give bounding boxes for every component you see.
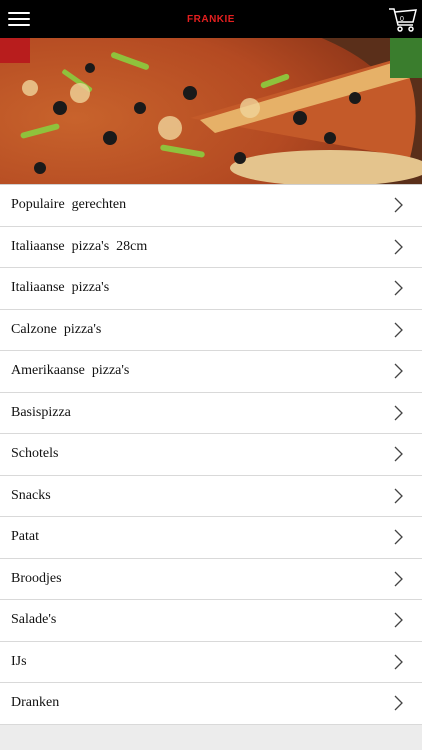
category-label: Populaire gerechten [11,197,127,213]
hamburger-menu-icon[interactable] [8,12,30,26]
category-ijs[interactable]: IJs [0,642,422,683]
chevron-right-icon [394,695,403,711]
chevron-right-icon [394,239,403,255]
category-broodjes[interactable]: Broodjes [0,559,422,600]
category-basispizza[interactable]: Basispizza [0,393,422,434]
category-label: Patat [11,529,39,545]
chevron-right-icon [394,280,403,296]
category-label: Italiaanse pizza's [11,280,110,296]
category-label: Amerikaanse pizza's [11,363,130,379]
category-italiaanse-pizzas[interactable]: Italiaanse pizza's [0,268,422,310]
chevron-right-icon [394,446,403,462]
category-label: Dranken [11,695,60,711]
chevron-right-icon [394,529,403,545]
chevron-right-icon [394,322,403,338]
category-label: Broodjes [11,570,62,586]
category-label: Italiaanse pizza's 28cm [11,238,148,254]
chevron-right-icon [394,612,403,628]
chevron-right-icon [394,571,403,587]
cart-count: 0 [400,16,404,23]
category-label: IJs [11,653,27,669]
category-calzone-pizzas[interactable]: Calzone pizza's [0,310,422,351]
category-patat[interactable]: Patat [0,517,422,559]
category-label: Salade's [11,612,57,628]
category-populaire-gerechten[interactable]: Populaire gerechten [0,184,422,227]
category-label: Snacks [11,487,51,503]
top-bar: FRANKIE 0 [0,0,422,38]
category-salades[interactable]: Salade's [0,600,422,642]
chevron-right-icon [394,488,403,504]
category-label: Schotels [11,446,59,462]
category-snacks[interactable]: Snacks [0,476,422,517]
category-amerikaanse-pizzas[interactable]: Amerikaanse pizza's [0,351,422,393]
chevron-right-icon [394,405,403,421]
brand-title: FRANKIE [187,13,235,25]
category-label: Basispizza [11,404,71,420]
hero-pizza-image [0,38,422,184]
category-list: Populaire gerechten Italiaanse pizza's 2… [0,184,422,725]
chevron-right-icon [394,654,403,670]
category-label: Calzone pizza's [11,321,102,337]
shopping-cart-icon[interactable]: 0 [388,4,418,34]
chevron-right-icon [394,363,403,379]
chevron-right-icon [394,197,403,213]
category-dranken[interactable]: Dranken [0,683,422,725]
category-italiaanse-pizzas-28cm[interactable]: Italiaanse pizza's 28cm [0,227,422,268]
category-schotels[interactable]: Schotels [0,434,422,476]
